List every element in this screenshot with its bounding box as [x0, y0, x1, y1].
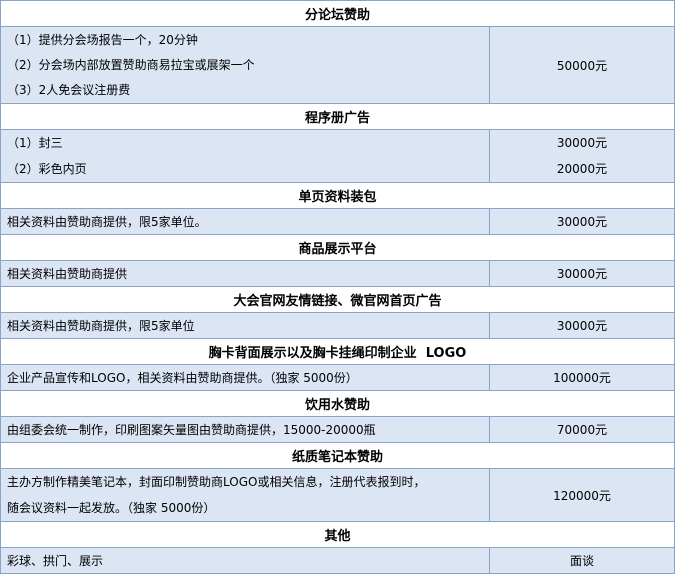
section-description: 相关资料由赞助商提供，限5家单位	[0, 312, 490, 339]
description-line: 随会议资料一起发放。（独家 5000份）	[7, 501, 216, 515]
description-line: 主办方制作精美笔记本，封面印制赞助商LOGO或相关信息，注册代表报到时，	[7, 475, 426, 489]
description-line: （3）2人免会议注册费	[7, 82, 131, 97]
section-title: 饮用水赞助	[0, 390, 675, 417]
section-description: （1）封三 （2）彩色内页	[0, 129, 490, 183]
section-description: 由组委会统一制作，印刷图案矢量图由赞助商提供，15000-20000瓶	[0, 416, 490, 443]
section-title: 商品展示平台	[0, 234, 675, 261]
section-description: （1）提供分会场报告一个，20分钟 （2）分会场内部放置赞助商易拉宝或展架一个 …	[0, 26, 490, 104]
section-description: 相关资料由赞助商提供，限5家单位。	[0, 208, 490, 235]
section-price: 30000元 20000元	[488, 129, 675, 183]
section-description: 企业产品宣传和LOGO，相关资料由赞助商提供。（独家 5000份）	[0, 364, 490, 391]
section-description: 相关资料由赞助商提供	[0, 260, 490, 287]
description-line: （2）彩色内页	[7, 162, 87, 176]
section-price: 30000元	[488, 312, 675, 339]
sponsorship-table: 分论坛赞助 （1）提供分会场报告一个，20分钟 （2）分会场内部放置赞助商易拉宝…	[0, 0, 675, 574]
section-price: 30000元	[488, 260, 675, 287]
section-description: 彩球、拱门、展示	[0, 547, 490, 574]
section-title: 纸质笔记本赞助	[0, 442, 675, 469]
section-description: 主办方制作精美笔记本，封面印制赞助商LOGO或相关信息，注册代表报到时， 随会议…	[0, 468, 490, 522]
description-line: （2）分会场内部放置赞助商易拉宝或展架一个	[7, 57, 255, 72]
section-price: 70000元	[488, 416, 675, 443]
section-title: 单页资料装包	[0, 182, 675, 209]
section-price: 面谈	[488, 547, 675, 574]
section-title: 大会官网友情链接、微官网首页广告	[0, 286, 675, 313]
price-line: 20000元	[556, 162, 608, 176]
description-line: （1）提供分会场报告一个，20分钟	[7, 32, 198, 47]
price-line: 30000元	[556, 136, 608, 150]
description-line: （1）封三	[7, 136, 63, 150]
section-price: 120000元	[488, 468, 675, 522]
section-title: 其他	[0, 521, 675, 548]
section-price: 50000元	[488, 26, 675, 104]
section-price: 30000元	[488, 208, 675, 235]
section-title: 程序册广告	[0, 103, 675, 130]
section-title: 胸卡背面展示以及胸卡挂绳印制企业 LOGO	[0, 338, 675, 365]
section-title: 分论坛赞助	[0, 0, 675, 27]
section-price: 100000元	[488, 364, 675, 391]
